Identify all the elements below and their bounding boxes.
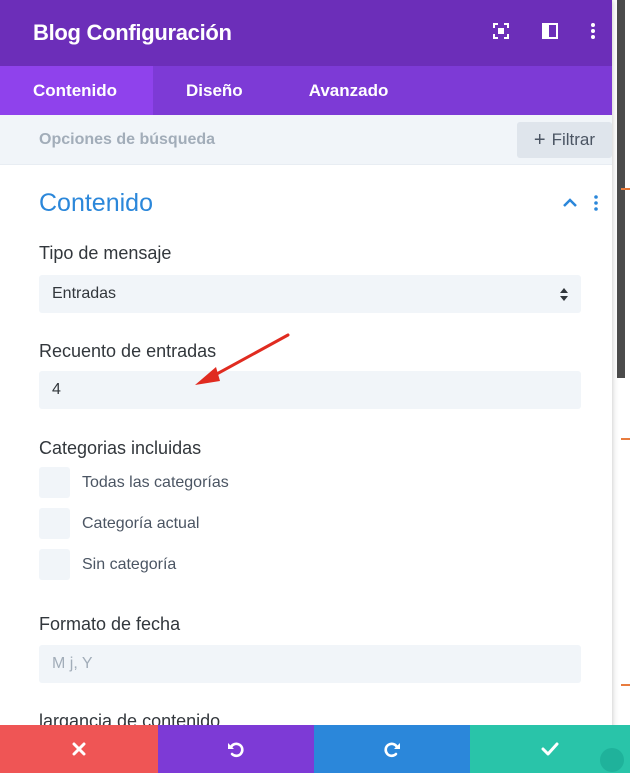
panel-title: Blog Configuración xyxy=(33,20,232,45)
background-page-strip xyxy=(612,0,630,773)
date-format-label: Formato de fecha xyxy=(39,614,181,634)
category-option[interactable]: Todas las categorías xyxy=(39,467,229,498)
date-format-input[interactable]: M j, Y xyxy=(39,645,581,683)
post-type-label: Tipo de mensaje xyxy=(39,243,172,263)
bg-decoration xyxy=(621,188,630,190)
tab-contenido[interactable]: Contenido xyxy=(0,66,153,115)
post-count-value: 4 xyxy=(52,381,61,398)
settings-content: Contenido Tipo de mensaje Entradas Recue… xyxy=(0,165,612,725)
redo-icon xyxy=(384,742,400,758)
category-checkbox[interactable] xyxy=(39,467,70,498)
settings-panel: Blog Configuración Contenido Diseño Avan… xyxy=(0,0,612,773)
plus-icon: + xyxy=(533,129,546,151)
category-checkbox[interactable] xyxy=(39,508,70,539)
more-vertical-icon[interactable] xyxy=(582,20,604,42)
annotation-arrow-icon xyxy=(195,333,290,385)
close-icon xyxy=(72,742,86,756)
page: Blog Configuración Contenido Diseño Avan… xyxy=(0,0,630,773)
tab-avanzado[interactable]: Avanzado xyxy=(276,66,422,115)
category-option-label: Sin categoría xyxy=(82,555,177,573)
date-format-placeholder: M j, Y xyxy=(52,655,93,672)
filter-button[interactable]: + Filtrar xyxy=(517,122,612,158)
filter-button-label: Filtrar xyxy=(551,130,596,149)
categories-label: Categorias incluidas xyxy=(39,438,202,458)
focus-icon[interactable] xyxy=(490,20,512,42)
post-count-input[interactable]: 4 xyxy=(39,371,581,409)
tab-diseno[interactable]: Diseño xyxy=(153,66,276,115)
section-more-icon[interactable] xyxy=(593,195,599,211)
layout-icon[interactable] xyxy=(539,20,561,42)
check-icon xyxy=(541,742,559,756)
bg-decoration xyxy=(621,438,630,440)
post-type-select[interactable]: Entradas xyxy=(39,275,581,313)
category-option-label: Categoría actual xyxy=(82,514,200,532)
search-options-input[interactable]: Opciones de búsqueda xyxy=(39,131,215,149)
redo-button[interactable] xyxy=(314,725,470,773)
undo-button[interactable] xyxy=(158,725,314,773)
content-length-label: largancia de contenido xyxy=(39,711,221,725)
discard-button[interactable] xyxy=(0,725,158,773)
category-option[interactable]: Categoría actual xyxy=(39,508,199,539)
section-title[interactable]: Contenido xyxy=(39,189,153,218)
undo-icon xyxy=(228,742,244,758)
filter-bar: Opciones de búsqueda + Filtrar xyxy=(0,115,612,165)
select-arrows-icon xyxy=(560,288,568,301)
chevron-up-icon[interactable] xyxy=(561,195,579,209)
resize-handle[interactable] xyxy=(600,748,624,772)
post-type-value: Entradas xyxy=(52,285,117,302)
panel-footer xyxy=(0,725,630,773)
panel-header: Blog Configuración xyxy=(0,0,612,66)
bg-decoration xyxy=(621,684,630,686)
category-checkbox[interactable] xyxy=(39,549,70,580)
category-option[interactable]: Sin categoría xyxy=(39,549,176,580)
category-option-label: Todas las categorías xyxy=(82,473,229,491)
tab-bar: Contenido Diseño Avanzado xyxy=(0,66,612,115)
